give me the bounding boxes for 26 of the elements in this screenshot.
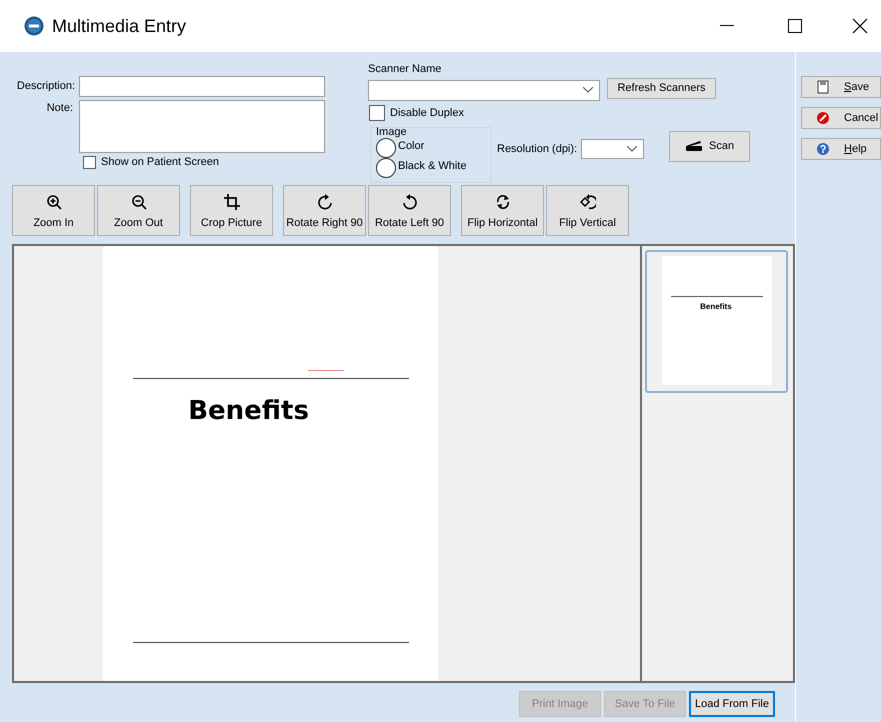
page-thumbnail[interactable]: Benefits: [645, 250, 788, 393]
window-title: Multimedia Entry: [52, 14, 186, 38]
toolbar-button[interactable]: Zoom Out: [97, 185, 180, 236]
scan-button[interactable]: Scan: [669, 130, 750, 162]
document-heading: Benefits: [188, 395, 309, 428]
side-button[interactable]: Save: [801, 76, 881, 98]
action-button[interactable]: Load From File: [689, 691, 775, 717]
resolution-label: Resolution (dpi):: [497, 142, 578, 157]
toolbar-button[interactable]: Crop Picture: [190, 185, 273, 236]
checkbox-label: Disable Duplex: [390, 106, 464, 120]
description-label: Description:: [16, 79, 75, 94]
note-label: Note:: [46, 101, 73, 116]
toolbar-button[interactable]: Flip Horizontal: [461, 185, 544, 236]
toolbar-button[interactable]: Zoom In: [12, 185, 95, 236]
side-button[interactable]: Help: [801, 138, 881, 160]
toolbar-button[interactable]: Rotate Right 90: [283, 185, 366, 236]
scanner-name-label: Scanner Name: [368, 62, 442, 77]
radio-label: Color: [398, 138, 424, 154]
group-title: Image: [376, 126, 408, 138]
radio-label: Black & White: [398, 158, 466, 174]
refresh-scanners-button[interactable]: Refresh Scanners: [607, 78, 716, 98]
thumbnail-heading: Benefits: [700, 301, 732, 313]
side-button[interactable]: Cancel: [801, 107, 881, 129]
toolbar-button[interactable]: Rotate Left 90: [368, 185, 451, 236]
toolbar-button[interactable]: Flip Vertical: [546, 185, 629, 236]
checkbox-label: Show on Patient Screen: [101, 155, 220, 170]
